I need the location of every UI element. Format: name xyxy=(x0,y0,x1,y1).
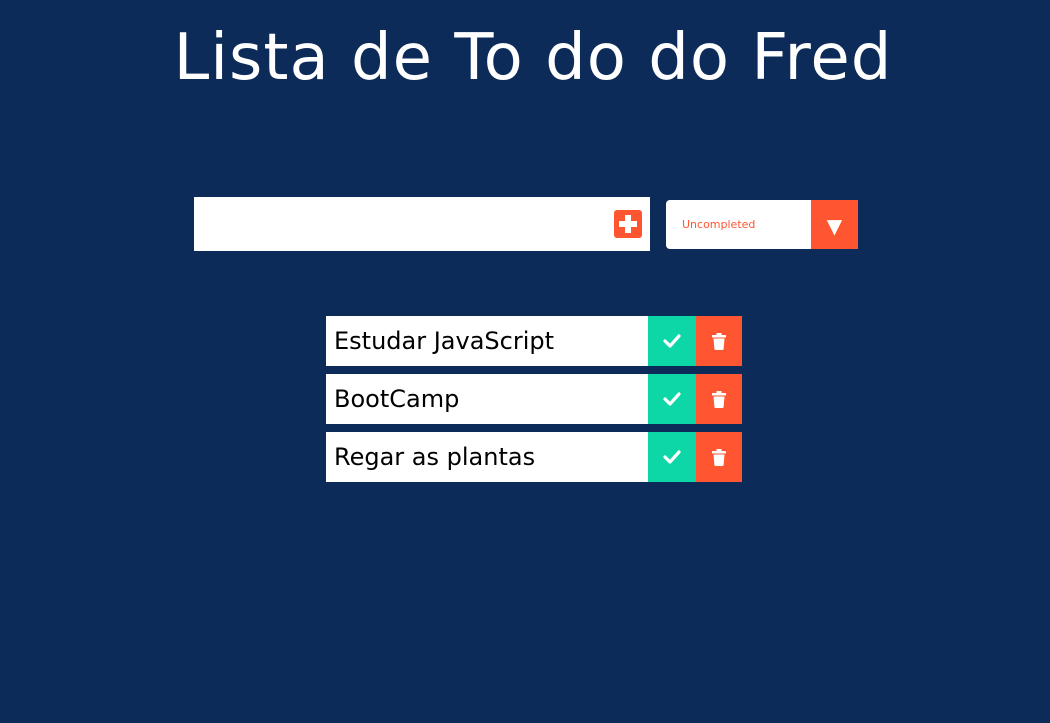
todo-form xyxy=(194,197,650,251)
todo-input[interactable] xyxy=(194,197,604,251)
todo-item: Estudar JavaScript xyxy=(326,316,742,366)
delete-button[interactable] xyxy=(696,432,742,482)
complete-button[interactable] xyxy=(648,432,696,482)
plus-square-icon xyxy=(619,215,637,233)
todo-item: BootCamp xyxy=(326,374,742,424)
filter-select[interactable]: Uncompleted ▼ xyxy=(666,200,858,249)
complete-button[interactable] xyxy=(648,374,696,424)
add-todo-button[interactable] xyxy=(614,210,642,238)
trash-icon xyxy=(712,448,726,466)
trash-icon xyxy=(712,390,726,408)
filter-selected-value: Uncompleted xyxy=(682,218,756,231)
page-title: Lista de To do do Fred xyxy=(173,21,893,95)
delete-button[interactable] xyxy=(696,374,742,424)
check-icon xyxy=(663,334,681,348)
check-icon xyxy=(663,450,681,464)
todo-list: Estudar JavaScript BootCamp Regar as pla… xyxy=(326,316,742,490)
chevron-down-icon[interactable]: ▼ xyxy=(811,200,858,249)
todo-text: Regar as plantas xyxy=(334,443,536,471)
todo-text: Estudar JavaScript xyxy=(334,327,555,355)
todo-item: Regar as plantas xyxy=(326,432,742,482)
todo-text: BootCamp xyxy=(334,385,460,413)
complete-button[interactable] xyxy=(648,316,696,366)
delete-button[interactable] xyxy=(696,316,742,366)
check-icon xyxy=(663,392,681,406)
trash-icon xyxy=(712,332,726,350)
